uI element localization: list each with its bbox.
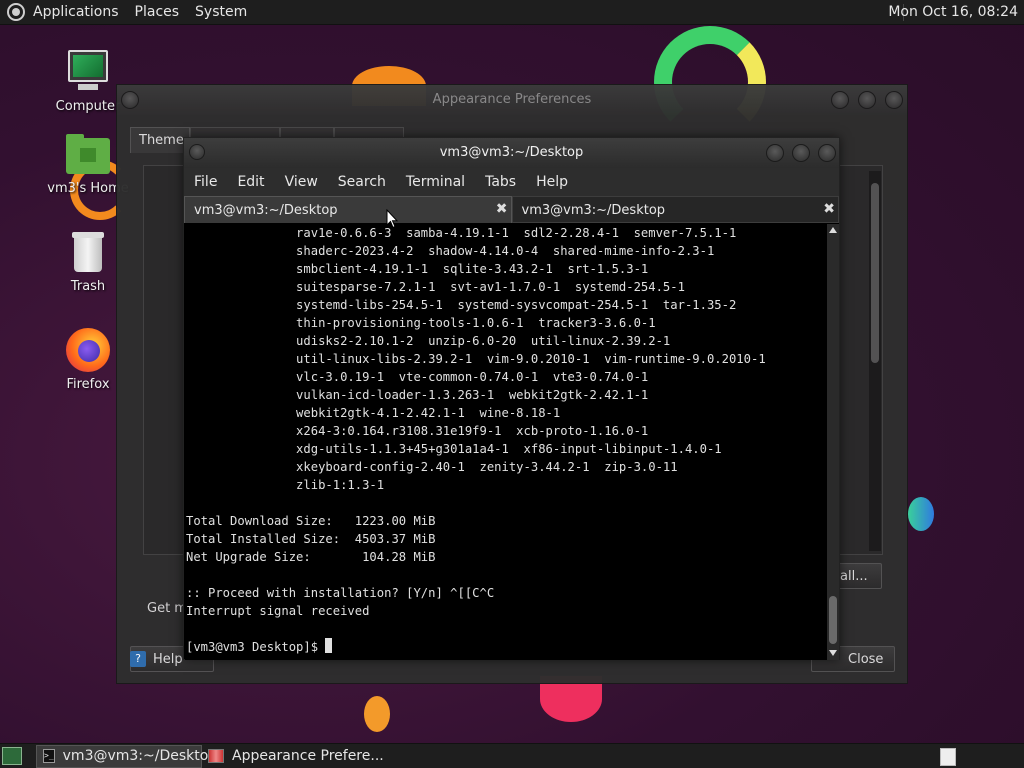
top-panel: Applications Places System Mon Oct 16, 0… [0,0,1024,25]
taskbar-item-label: Appearance Prefere... [232,748,384,764]
close-tab-icon[interactable]: ✖ [496,201,508,217]
output-line: util-linux-libs-2.39.2-1 vim-9.0.2010-1 … [186,352,766,366]
menu-system[interactable]: System [195,4,247,20]
output-line: Net Upgrade Size: 104.28 MiB [186,550,436,564]
appearance-titlebar[interactable]: Appearance Preferences [117,85,907,115]
menu-edit[interactable]: Edit [237,174,264,190]
home-folder-icon [66,132,110,176]
terminal-icon: >_ [43,749,55,763]
desktop-icon-label: Trash [70,279,106,294]
wallpaper-teal-drop [908,497,934,531]
terminal-tab-2[interactable]: vm3@vm3:~/Desktop ✖ [511,196,839,223]
menu-help[interactable]: Help [536,174,568,190]
output-line: vulkan-icd-loader-1.3.263-1 webkit2gtk-2… [186,388,649,402]
scroll-down-arrow-icon[interactable] [829,650,837,656]
tab-label: vm3@vm3:~/Desktop [521,203,666,218]
tab-theme[interactable]: Theme [130,127,190,153]
menu-places[interactable]: Places [135,4,180,20]
output-line: Interrupt signal received [186,604,370,618]
shell-prompt: [vm3@vm3 Desktop]$ [186,640,326,654]
terminal-tab-1[interactable]: vm3@vm3:~/Desktop ✖ [184,196,512,223]
desktop-icon-label: Computer [55,99,121,114]
terminal-scrollbar[interactable] [827,224,839,660]
text-cursor [325,638,333,653]
output-line: suitesparse-7.2.1-1 svt-av1-1.7.0-1 syst… [186,280,685,294]
distro-logo-icon[interactable] [7,3,25,21]
output-line: Total Download Size: 1223.00 MiB [186,514,436,528]
help-icon: ? [130,651,146,667]
get-more-themes-link[interactable]: Get m [147,601,187,616]
firefox-icon [66,328,110,372]
menu-search[interactable]: Search [338,174,386,190]
maximize-button[interactable] [792,144,810,162]
minimize-button[interactable] [831,91,849,109]
output-line: vlc-3.0.19-1 vte-common-0.74.0-1 vte3-0.… [186,370,649,384]
terminal-output[interactable]: rav1e-0.6.6-3 samba-4.19.1-1 sdl2-2.28.4… [185,224,827,660]
taskbar-item-label: vm3@vm3:~/Desktop [62,748,218,764]
menu-terminal[interactable]: Terminal [406,174,465,190]
prompt-line[interactable]: [vm3@vm3 Desktop]$ [186,638,827,656]
show-desktop-icon[interactable] [2,747,22,765]
trash-icon [66,230,110,274]
output-line: thin-provisioning-tools-1.0.6-1 tracker3… [186,316,656,330]
menu-tabs[interactable]: Tabs [485,174,516,190]
taskbar-item-appearance[interactable]: Appearance Prefere... [202,745,390,768]
scrollbar-thumb[interactable] [871,183,879,363]
terminal-tab-bar: vm3@vm3:~/Desktop ✖ vm3@vm3:~/Desktop ✖ [184,196,839,223]
theme-list-scrollbar[interactable] [869,171,881,551]
terminal-window: vm3@vm3:~/Desktop File Edit View Search … [183,137,840,660]
output-line: zlib-1:1.3-1 [186,478,385,492]
minimize-button[interactable] [766,144,784,162]
scrollbar-thumb[interactable] [829,596,837,644]
scroll-up-arrow-icon[interactable] [829,227,837,233]
output-line: :: Proceed with installation? [Y/n] ^[[C… [186,586,495,600]
terminal-window-title: vm3@vm3:~/Desktop [439,145,584,160]
output-line: x264-3:0.164.r3108.31e19f9-1 xcb-proto-1… [186,424,649,438]
wallpaper-orange-drop [364,696,390,732]
terminal-menubar: File Edit View Search Terminal Tabs Help [184,168,839,196]
bottom-panel: >_ vm3@vm3:~/Desktop Appearance Prefere.… [0,743,1024,768]
menu-file[interactable]: File [194,174,217,190]
workspace-switcher[interactable] [940,748,956,766]
help-button-label: Help [153,652,183,667]
output-line: systemd-libs-254.5-1 systemd-sysvcompat-… [186,298,737,312]
panel-clock[interactable]: Mon Oct 16, 08:24 [888,4,1018,20]
terminal-titlebar[interactable]: vm3@vm3:~/Desktop [184,138,839,168]
close-window-button[interactable] [885,91,903,109]
computer-icon [66,50,110,94]
output-line: Total Installed Size: 4503.37 MiB [186,532,436,546]
desktop-icon-label: Firefox [66,377,110,392]
menu-applications[interactable]: Applications [33,4,119,20]
maximize-button[interactable] [858,91,876,109]
menu-view[interactable]: View [285,174,318,190]
output-line: xkeyboard-config-2.40-1 zenity-3.44.2-1 … [186,460,678,474]
appearance-window-title: Appearance Preferences [432,92,592,107]
output-line: udisks2-2.10.1-2 unzip-6.0-20 util-linux… [186,334,671,348]
output-line: rav1e-0.6.6-3 samba-4.19.1-1 sdl2-2.28.4… [186,226,737,240]
output-line: xdg-utils-1.1.3+45+g301a1a4-1 xf86-input… [186,442,722,456]
mouse-pointer-icon [386,209,398,229]
appearance-icon [208,749,224,763]
close-tab-icon[interactable]: ✖ [823,201,835,217]
output-line: webkit2gtk-4.1-2.42.1-1 wine-8.18-1 [186,406,561,420]
taskbar-item-terminal[interactable]: >_ vm3@vm3:~/Desktop [36,744,217,768]
output-line: shaderc-2023.4-2 shadow-4.14.0-4 shared-… [186,244,715,258]
close-window-button[interactable] [818,144,836,162]
tab-label: vm3@vm3:~/Desktop [194,203,338,218]
output-line: smbclient-4.19.1-1 sqlite-3.43.2-1 srt-1… [186,262,649,276]
